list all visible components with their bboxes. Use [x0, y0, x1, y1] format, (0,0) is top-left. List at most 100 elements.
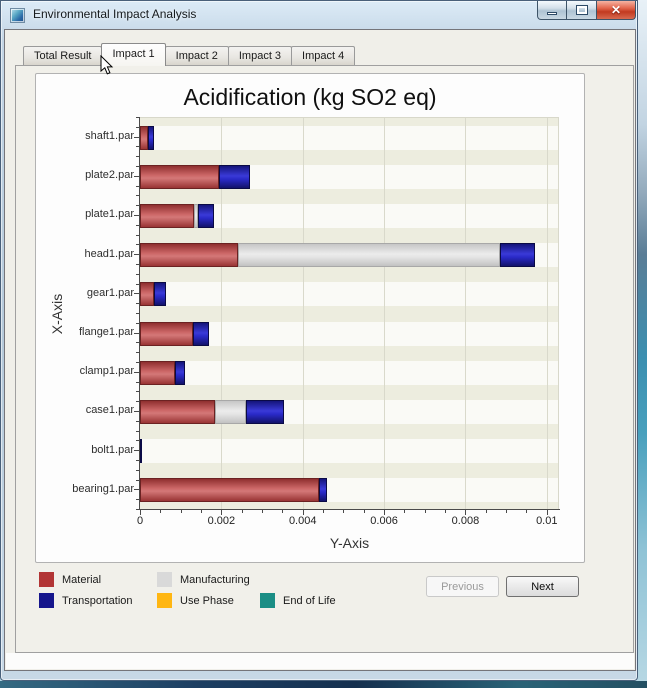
bar-segment-material — [140, 322, 193, 346]
y-major-tick — [134, 176, 139, 177]
bar-segment-transportation — [246, 400, 285, 424]
y-minor-tick — [136, 421, 139, 422]
desktop-bottom-band — [0, 681, 647, 688]
close-icon: ✕ — [611, 2, 621, 19]
next-button[interactable]: Next — [506, 576, 579, 597]
legend-swatch-end-of-life — [260, 593, 275, 608]
x-minor-tick — [486, 510, 487, 513]
y-minor-tick — [136, 117, 139, 118]
y-minor-tick — [136, 401, 139, 402]
minimize-button[interactable] — [537, 1, 567, 20]
row-band — [140, 126, 558, 150]
y-minor-tick — [136, 382, 139, 383]
legend-item-use-phase: Use Phase — [157, 593, 234, 608]
category-label: shaft1.par — [36, 117, 134, 156]
x-minor-tick — [425, 510, 426, 513]
x-axis-line — [139, 509, 560, 510]
titlebar[interactable]: Environmental Impact Analysis ✕ — [1, 1, 637, 29]
bar-segment-transportation — [198, 204, 214, 228]
y-minor-tick — [136, 274, 139, 275]
category-label: case1.par — [36, 391, 134, 430]
legend-label: Transportation — [62, 595, 133, 607]
y-major-tick — [134, 215, 139, 216]
y-minor-tick — [136, 205, 139, 206]
x-minor-tick — [160, 510, 161, 513]
bar-segment-transportation — [175, 361, 185, 385]
bar-segment-manufacturing — [215, 400, 246, 424]
window-client-area: Total ResultImpact 1Impact 2Impact 3Impa… — [4, 29, 636, 671]
y-minor-tick — [136, 431, 139, 432]
legend-swatch-manufacturing — [157, 572, 172, 587]
y-minor-tick — [136, 146, 139, 147]
x-minor-tick — [242, 510, 243, 513]
gridline — [303, 118, 304, 509]
y-minor-tick — [136, 352, 139, 353]
close-button[interactable]: ✕ — [596, 1, 636, 20]
legend-item-end-of-life: End of Life — [260, 593, 336, 608]
legend-swatch-transportation — [39, 593, 54, 608]
y-minor-tick — [136, 460, 139, 461]
tab-total-result[interactable]: Total Result — [23, 46, 102, 65]
x-minor-tick — [526, 510, 527, 513]
y-minor-tick — [136, 127, 139, 128]
tab-bar: Total ResultImpact 1Impact 2Impact 3Impa… — [23, 43, 354, 66]
y-minor-tick — [136, 323, 139, 324]
y-minor-tick — [136, 186, 139, 187]
maximize-button[interactable] — [567, 1, 596, 20]
y-minor-tick — [136, 166, 139, 167]
minimize-icon — [547, 12, 557, 15]
y-minor-tick — [136, 440, 139, 441]
bar-segment-material — [140, 478, 319, 502]
y-minor-tick — [136, 264, 139, 265]
y-minor-tick — [136, 195, 139, 196]
plot-area — [140, 117, 559, 509]
y-major-tick — [134, 137, 139, 138]
y-minor-tick — [136, 284, 139, 285]
category-label: bolt1.par — [36, 431, 134, 470]
app-icon — [10, 8, 25, 23]
previous-button[interactable]: Previous — [426, 576, 499, 597]
y-major-tick — [134, 293, 139, 294]
x-tick-label: 0.002 — [196, 515, 246, 527]
window-controls: ✕ — [537, 1, 636, 20]
y-minor-tick — [136, 235, 139, 236]
legend-item-transportation: Transportation — [39, 593, 133, 608]
y-minor-tick — [136, 499, 139, 500]
legend-label: Use Phase — [180, 595, 234, 607]
legend-swatch-material — [39, 572, 54, 587]
x-minor-tick — [364, 510, 365, 513]
y-major-tick — [134, 450, 139, 451]
legend-label: Material — [62, 574, 101, 586]
gridline — [384, 118, 385, 509]
y-minor-tick — [136, 509, 139, 510]
legend-item-manufacturing: Manufacturing — [157, 572, 250, 587]
category-label: gear1.par — [36, 274, 134, 313]
chart-title: Acidification (kg SO2 eq) — [36, 84, 584, 111]
bar-segment-transportation — [219, 165, 250, 189]
bar-segment-material — [140, 126, 148, 150]
horizontal-axis-label: Y-Axis — [140, 535, 559, 551]
bar-segment-transportation — [154, 282, 166, 306]
x-tick-label: 0.004 — [278, 515, 328, 527]
x-minor-tick — [343, 510, 344, 513]
legend-item-material: Material — [39, 572, 101, 587]
y-minor-tick — [136, 470, 139, 471]
y-minor-tick — [136, 391, 139, 392]
y-major-tick — [134, 333, 139, 334]
y-minor-tick — [136, 303, 139, 304]
x-tick-label: 0 — [115, 515, 165, 527]
tab-impact-3[interactable]: Impact 3 — [228, 46, 292, 65]
y-major-tick — [134, 411, 139, 412]
tab-impact-4[interactable]: Impact 4 — [291, 46, 355, 65]
legend-swatch-use-phase — [157, 593, 172, 608]
bar-segment-material — [140, 361, 175, 385]
tab-impact-2[interactable]: Impact 2 — [165, 46, 229, 65]
gridline — [547, 118, 548, 509]
x-minor-tick — [506, 510, 507, 513]
x-tick-label: 0.008 — [440, 515, 490, 527]
x-minor-tick — [282, 510, 283, 513]
y-minor-tick — [136, 244, 139, 245]
x-minor-tick — [445, 510, 446, 513]
client-bottom-strip — [6, 653, 634, 669]
y-major-tick — [134, 489, 139, 490]
